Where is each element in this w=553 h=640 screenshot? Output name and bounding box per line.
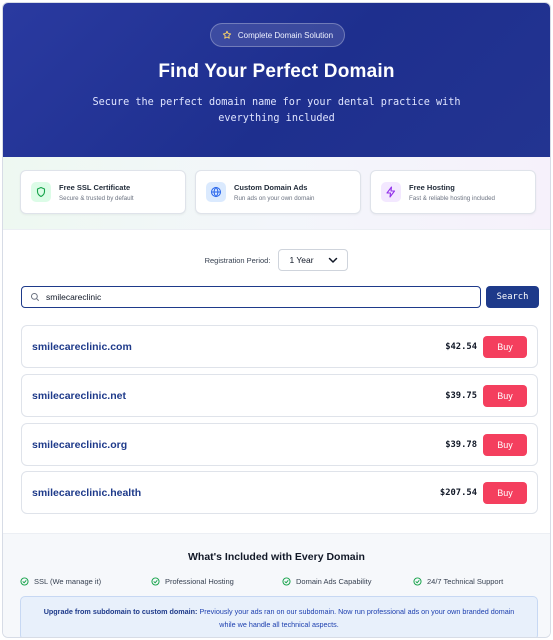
features-strip: Free SSL Certificate Secure & trusted by… — [3, 157, 550, 230]
page-frame: Complete Domain Solution Find Your Perfe… — [2, 2, 551, 638]
feature-title: Free SSL Certificate — [59, 182, 131, 192]
included-item: Domain Ads Capability — [282, 577, 371, 586]
upgrade-note: Upgrade from subdomain to custom domain:… — [20, 596, 538, 637]
check-circle-icon — [282, 577, 291, 586]
included-item: SSL (We manage it) — [20, 577, 101, 586]
result-row: smilecareclinic.org $39.78 Buy — [21, 423, 538, 466]
result-price: $39.75 — [445, 390, 477, 401]
included-item-label: SSL (We manage it) — [34, 577, 102, 586]
feature-desc: Secure & trusted by default — [59, 194, 134, 202]
result-domain: smilecareclinic.com — [32, 340, 132, 353]
buy-button[interactable]: Buy — [483, 335, 527, 358]
check-circle-icon — [151, 577, 160, 586]
result-domain: smilecareclinic.health — [32, 486, 142, 499]
search-input[interactable] — [46, 292, 446, 302]
shield-icon — [31, 182, 51, 202]
feature-title: Custom Domain Ads — [234, 182, 308, 192]
buy-button[interactable]: Buy — [483, 433, 527, 456]
registration-period: Registration Period: 1 Year — [3, 249, 550, 271]
check-circle-icon — [413, 577, 422, 586]
included-section: What's Included with Every Domain SSL (W… — [3, 533, 550, 637]
feature-title: Free Hosting — [409, 182, 455, 192]
result-row: smilecareclinic.com $42.54 Buy — [21, 325, 538, 368]
selected-period: 1 Year — [289, 255, 314, 265]
included-item-label: Professional Hosting — [165, 577, 234, 586]
result-price: $42.54 — [445, 341, 477, 352]
star-icon — [222, 30, 232, 39]
lightning-icon — [381, 182, 401, 202]
registration-period-select[interactable]: 1 Year — [278, 249, 349, 271]
result-row: smilecareclinic.health $207.54 Buy — [21, 471, 538, 514]
upgrade-note-strong: Upgrade from subdomain to custom domain: — [43, 607, 198, 616]
buy-button[interactable]: Buy — [483, 384, 527, 407]
globe-icon — [206, 182, 226, 202]
included-item-label: Domain Ads Capability — [296, 577, 372, 586]
result-domain: smilecareclinic.net — [32, 389, 126, 402]
feature-desc: Fast & reliable hosting included — [409, 194, 495, 202]
page-title: Find Your Perfect Domain — [158, 61, 395, 82]
registration-period-label: Registration Period: — [204, 255, 271, 265]
included-item: Professional Hosting — [151, 577, 234, 586]
result-domain: smilecareclinic.org — [32, 438, 128, 451]
buy-button[interactable]: Buy — [483, 481, 527, 504]
badge-label: Complete Domain Solution — [237, 30, 334, 40]
search-icon — [30, 292, 40, 302]
check-circle-icon — [20, 577, 29, 586]
feature-card-hosting: Free Hosting Fast & reliable hosting inc… — [370, 170, 536, 214]
hero-banner: Complete Domain Solution Find Your Perfe… — [3, 3, 550, 157]
included-title: What's Included with Every Domain — [188, 551, 365, 563]
result-row: smilecareclinic.net $39.75 Buy — [21, 374, 538, 417]
page-subtitle: Secure the perfect domain name for your … — [92, 97, 461, 124]
included-item: 24/7 Technical Support — [413, 577, 503, 586]
solution-badge: Complete Domain Solution — [210, 23, 345, 47]
result-price: $207.54 — [439, 487, 477, 498]
feature-desc: Run ads on your own domain — [234, 194, 315, 202]
search-button[interactable]: Search — [486, 286, 539, 308]
result-price: $39.78 — [445, 439, 477, 450]
chevron-down-icon — [329, 257, 338, 263]
domain-search-box — [21, 286, 481, 308]
included-item-label: 24/7 Technical Support — [427, 577, 504, 586]
feature-card-domain-ads: Custom Domain Ads Run ads on your own do… — [195, 170, 361, 214]
upgrade-note-text: Previously your ads ran on our subdomain… — [199, 607, 515, 629]
feature-card-ssl: Free SSL Certificate Secure & trusted by… — [20, 170, 186, 214]
